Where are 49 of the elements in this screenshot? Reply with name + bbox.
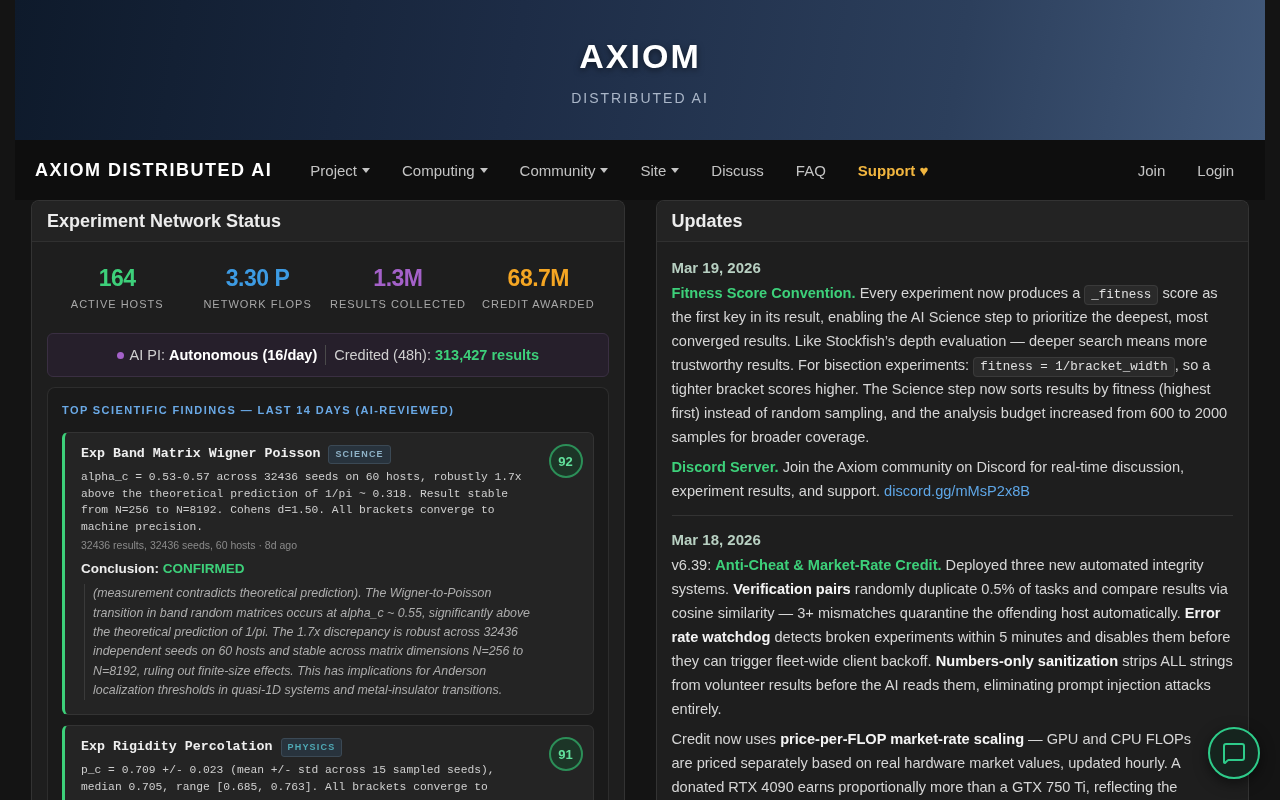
brand-link[interactable]: AXIOM DISTRIBUTED AI xyxy=(35,159,273,181)
finding-title: Exp Rigidity Percolation xyxy=(81,738,273,757)
update-paragraph: Discord Server. Join the Axiom community on Discord for real-time discussion, experiment results, and support. discord.gg/mMsP2x8B xyxy=(671,458,1186,501)
nav-link[interactable]: Site xyxy=(624,161,696,179)
finding-meta: 32436 results, 32436 seeds, 60 hosts · 8d ago xyxy=(81,538,298,553)
category-tag: SCIENCE xyxy=(328,444,391,464)
stat-value: 3.30 P xyxy=(225,267,290,289)
caret-icon xyxy=(671,167,680,173)
panel-title: Experiment Network Status xyxy=(32,201,624,242)
chat-icon xyxy=(1222,741,1246,765)
credited-count: Credited (48h): 313,427 results xyxy=(334,347,539,363)
panel-title: Updates xyxy=(656,201,1248,242)
update-paragraph: Credit now uses price-per-FLOP market-rate scaling — GPU and CPU FLOPs are priced separately based on real hardware market values, updated hourly. A donated RTX 4090 earns proportionally more than a GTX 750 Ti, reflecting the xyxy=(671,730,1193,797)
score-badge: 91 xyxy=(548,737,583,772)
stat-value: 1.3M xyxy=(373,267,423,289)
finding-summary: (measurement contradicts theoretical prediction). The Wigner-to-Poisson transition in band random matrices occurs at alpha_c ~ 0.55, significantly above the theoretical prediction of 1/pi. The 1.7x discrepancy is robust across 32436 independent seeds on 60 hosts and stable across matrix dimensions N=256 to N=8192, ruling out finite-size effects. This has implications for Anderson localization thresholds in quasi-1D systems and metal-insulator transitions. xyxy=(84,584,542,701)
stat-value: 164 xyxy=(98,267,136,289)
nav-link[interactable]: Discuss xyxy=(695,161,780,179)
caret-icon xyxy=(362,167,371,173)
update-paragraph: Fitness Score Convention. Every experiment now produces a _fitness score as the first key in its result, enabling the AI Science step to prioritize the deepest, most converged results. Like Stockfish’s depth evaluation — deeper search means more trustworthy results. For bisection experiments: fitness = 1/bracket_width , so a tighter bracket scores higher. The Science step now sorts results by fitness (highest first) instead of random sampling, and the analysis budget increased from 600 to 2000 samples for broader coverage. xyxy=(671,284,1229,447)
account-link[interactable]: Login xyxy=(1181,161,1250,179)
finding-title: Exp Band Matrix Wigner Poisson xyxy=(81,445,321,463)
caret-icon xyxy=(479,167,488,173)
update-date: Mar 19, 2026 xyxy=(671,258,762,278)
category-tag: PHYSICS xyxy=(280,737,343,757)
status-dot-icon xyxy=(116,351,124,359)
nav-link[interactable]: Computing xyxy=(386,161,504,179)
stat-label: NETWORK FLOPS xyxy=(203,297,312,311)
nav-link[interactable]: FAQ xyxy=(779,161,842,179)
stat-label: CREDIT AWARDED xyxy=(482,297,595,311)
nav-link[interactable]: Project xyxy=(294,161,387,179)
findings-title: TOP SCIENTIFIC FINDINGS — LAST 14 DAYS (AI-REVIEWED) xyxy=(62,403,456,417)
update-paragraph: v6.39: Anti-Cheat & Market-Rate Credit. Deployed three new automated integrity systems. Verification pairs randomly duplicate 0.5% of tasks and compare results via cosine similarity — 3+ mismatches quarantine the offending host automatically. Error rate watchdog detects broken experiments within 5 minutes and disables them before they can trigger fleet-wide client backoff. Numbers-only sanitization strips ALL strings from volunteer results before the AI reads them, eliminating prompt injection attacks entirely. xyxy=(671,556,1233,719)
caret-icon xyxy=(600,167,609,173)
score-badge: 92 xyxy=(548,444,583,478)
account-link[interactable]: Join xyxy=(1121,161,1182,179)
finding-description: alpha_c = 0.53-0.57 across 32436 seeds on 60 hosts, robustly 1.7x above the theoretical prediction of 1/pi ~ 0.318. Result stable from N=256 to N=8192. Cohens d=1.50. All brackets converge to machine precision. xyxy=(81,470,523,535)
nav-link[interactable]: Support ♥ xyxy=(841,161,945,179)
stat-label: ACTIVE HOSTS xyxy=(70,297,164,311)
conclusion-line: Conclusion: CONFIRMED xyxy=(81,560,246,579)
site-subtitle: DISTRIBUTED AI xyxy=(571,90,709,106)
nav-link[interactable]: Community xyxy=(503,161,625,179)
site-title: AXIOM xyxy=(579,36,701,76)
update-date: Mar 18, 2026 xyxy=(671,530,762,550)
stat-value: 68.7M xyxy=(507,267,570,289)
finding-description: p_c = 0.709 +/- 0.023 (mean +/- std across 15 sampled seeds), median 0.705, range [0.685, 0.763]. All brackets converge to xyxy=(81,763,496,795)
invite-link[interactable]: discord.gg/mMsP2x8B xyxy=(884,483,1031,499)
stat-label: RESULTS COLLECTED xyxy=(329,297,466,311)
ai-pi-status: AI PI: Autonomous (16/day) xyxy=(129,347,318,363)
